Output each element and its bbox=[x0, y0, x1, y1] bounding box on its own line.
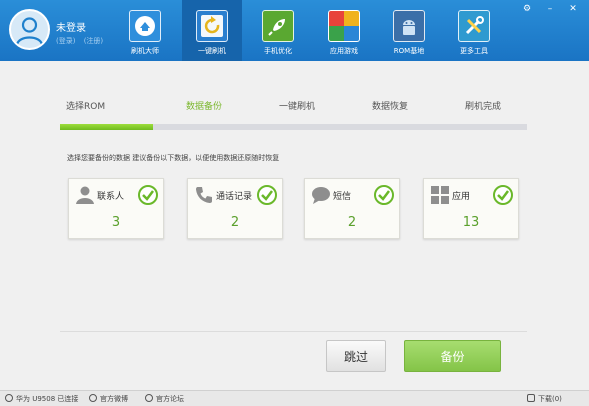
card-sms[interactable]: 短信 2 bbox=[304, 178, 400, 239]
user-name: 未登录 bbox=[56, 23, 86, 34]
check-icon[interactable] bbox=[138, 185, 158, 205]
download-icon bbox=[527, 394, 535, 402]
nav-label: 应用游戏 bbox=[330, 47, 358, 55]
nav-item-apps-games[interactable]: 应用游戏 bbox=[314, 0, 374, 61]
skip-button[interactable]: 跳过 bbox=[326, 340, 386, 372]
person-icon bbox=[75, 185, 95, 205]
rocket-icon bbox=[262, 10, 294, 42]
chat-bubble-icon bbox=[311, 185, 331, 205]
check-icon[interactable] bbox=[257, 185, 277, 205]
device-status-text: 华为 U9508 已连接 bbox=[16, 395, 79, 403]
card-label: 通话记录 bbox=[216, 192, 253, 202]
close-icon[interactable]: ✕ bbox=[568, 4, 578, 14]
download-link[interactable]: 下载(0) bbox=[527, 394, 562, 404]
card-count: 2 bbox=[347, 215, 357, 230]
card-call-log[interactable]: 通话记录 2 bbox=[187, 178, 283, 239]
step-data-restore: 数据恢复 bbox=[372, 102, 409, 112]
nav-item-more-tools[interactable]: 更多工具 bbox=[444, 0, 504, 61]
nav-label: ROM基地 bbox=[393, 47, 425, 55]
download-link-text[interactable]: 下载(0) bbox=[538, 395, 562, 403]
user-avatar-icon bbox=[15, 17, 44, 46]
status-bar: 华为 U9508 已连接 官方微博 官方论坛 下载(0) bbox=[0, 390, 589, 406]
card-count: 3 bbox=[111, 215, 121, 230]
home-cloud-icon bbox=[129, 10, 161, 42]
backup-hint: 选择您要备份的数据 建议备份以下数据，以便使用数据还原随时恢复 bbox=[67, 154, 280, 162]
progress-fill bbox=[60, 124, 154, 130]
card-count: 13 bbox=[462, 215, 480, 230]
forum-icon bbox=[145, 394, 153, 402]
check-icon[interactable] bbox=[374, 185, 394, 205]
progress-bar bbox=[60, 124, 527, 130]
forum-link[interactable]: 官方论坛 bbox=[145, 394, 184, 404]
card-apps[interactable]: 应用 13 bbox=[423, 178, 519, 239]
device-status: 华为 U9508 已连接 bbox=[5, 394, 78, 404]
divider bbox=[60, 331, 527, 332]
card-label: 短信 bbox=[333, 192, 352, 202]
minimize-icon[interactable]: – bbox=[545, 4, 555, 14]
nav-label: 一键刷机 bbox=[198, 47, 226, 55]
card-label: 应用 bbox=[452, 192, 471, 202]
check-icon[interactable] bbox=[493, 185, 513, 205]
user-avatar[interactable] bbox=[9, 9, 50, 50]
card-count: 2 bbox=[230, 215, 240, 230]
phone-icon bbox=[194, 185, 214, 205]
step-one-click-flash: 一键刷机 bbox=[279, 102, 316, 112]
user-links: (登录) (注册) bbox=[56, 36, 109, 46]
nav-item-one-click-flash[interactable]: 一键刷机 bbox=[182, 0, 242, 61]
nav-item-rom-base[interactable]: ROM基地 bbox=[379, 0, 439, 61]
step-select-rom: 选择ROM bbox=[66, 102, 106, 112]
nav-label: 手机优化 bbox=[264, 47, 292, 55]
nav-item-phone-optimize[interactable]: 手机优化 bbox=[248, 0, 308, 61]
weibo-link[interactable]: 官方微博 bbox=[89, 394, 128, 404]
register-link[interactable]: (注册) bbox=[84, 37, 103, 45]
nav-label: 更多工具 bbox=[460, 47, 488, 55]
top-header: 未登录 (登录) (注册) 刷机大师 一键刷机 手机优化 应用游戏 ROM基地 … bbox=[0, 0, 589, 61]
refresh-icon bbox=[196, 10, 228, 42]
app-grid-icon bbox=[328, 10, 360, 42]
backup-button[interactable]: 备份 bbox=[404, 340, 501, 372]
weibo-icon bbox=[89, 394, 97, 402]
device-icon bbox=[5, 394, 13, 402]
step-data-backup: 数据备份 bbox=[186, 102, 223, 112]
tools-icon bbox=[458, 10, 490, 42]
card-label: 联系人 bbox=[97, 192, 125, 202]
weibo-link-text[interactable]: 官方微博 bbox=[100, 395, 128, 403]
gear-icon[interactable]: ⚙ bbox=[522, 4, 532, 14]
app-grid-icon bbox=[430, 185, 450, 205]
step-flash-complete: 刷机完成 bbox=[465, 102, 502, 112]
nav-item-flash-master[interactable]: 刷机大师 bbox=[115, 0, 175, 61]
android-icon bbox=[393, 10, 425, 42]
login-link[interactable]: (登录) bbox=[56, 37, 75, 45]
nav-label: 刷机大师 bbox=[131, 47, 159, 55]
forum-link-text[interactable]: 官方论坛 bbox=[156, 395, 184, 403]
card-contacts[interactable]: 联系人 3 bbox=[68, 178, 164, 239]
